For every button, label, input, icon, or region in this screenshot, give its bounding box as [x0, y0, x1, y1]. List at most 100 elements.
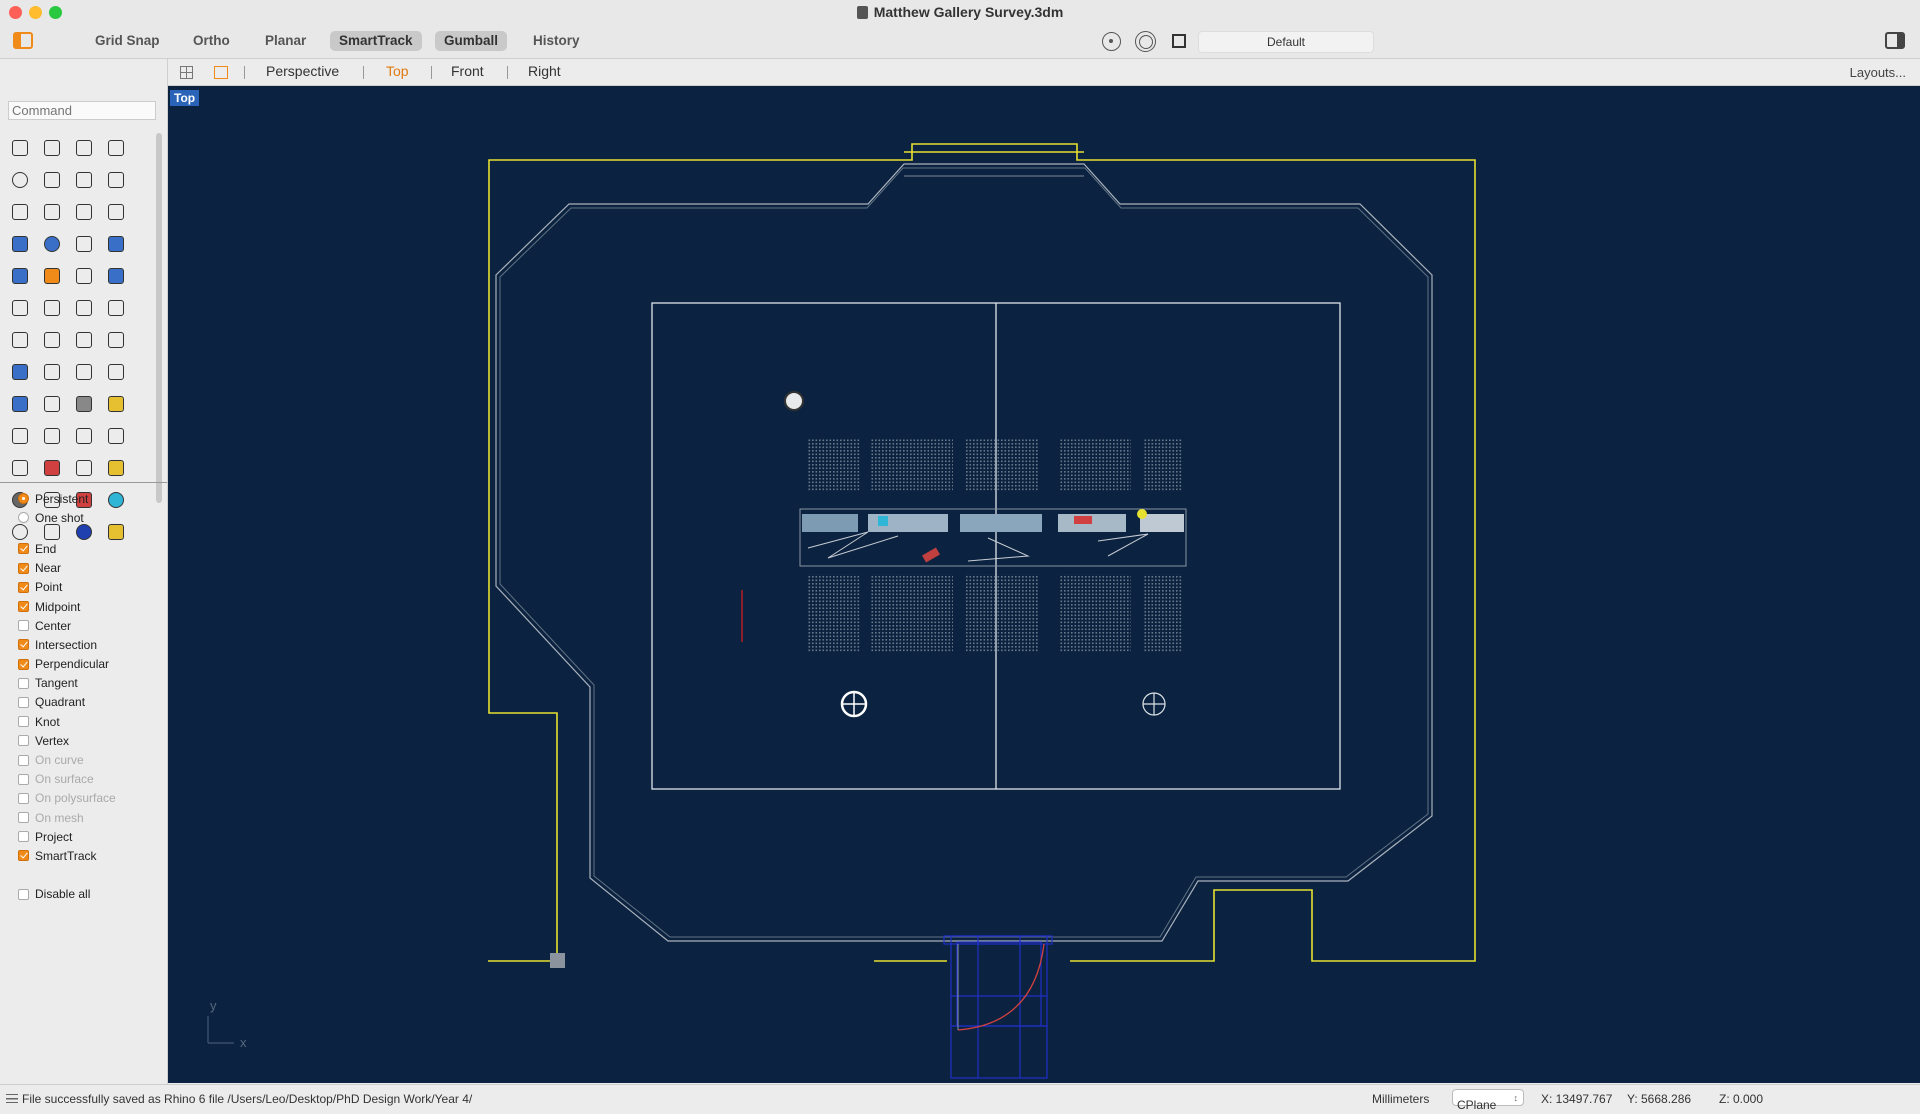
osnap-checkbox[interactable] [18, 735, 29, 747]
smarttrack-toggle[interactable]: SmartTrack [330, 31, 422, 51]
render-preview-icon[interactable] [68, 389, 100, 419]
point-icon[interactable] [36, 133, 68, 163]
boolean-icon[interactable] [4, 261, 36, 291]
osnap-item[interactable]: On polysurface [18, 789, 168, 808]
osnap-checkbox[interactable] [18, 677, 29, 689]
osnap-item[interactable]: On curve [18, 750, 168, 769]
osnap-target-icon[interactable] [1102, 32, 1121, 51]
osnap-checkbox[interactable] [18, 792, 29, 804]
grid-view-icon[interactable] [180, 66, 193, 79]
osnap-checkbox[interactable] [18, 543, 29, 555]
zoom-icon[interactable] [4, 421, 36, 451]
osnap-checkbox[interactable] [18, 601, 29, 613]
command-history-icon[interactable] [6, 1094, 18, 1103]
osnap-item[interactable]: Perpendicular [18, 655, 168, 674]
sidebar-toggle-icon[interactable] [13, 32, 33, 49]
target-marker-right[interactable] [1142, 692, 1166, 716]
extrude-icon[interactable] [100, 229, 132, 259]
gallery-walls[interactable] [495, 163, 1433, 942]
site-boundary[interactable] [488, 143, 1476, 962]
single-view-icon[interactable] [214, 66, 228, 79]
osnap-checkbox[interactable] [18, 620, 29, 632]
offset-icon[interactable] [36, 197, 68, 227]
disable-all-checkbox[interactable] [18, 888, 29, 900]
osnap-item[interactable]: Knot [18, 712, 168, 731]
door-block[interactable] [943, 935, 1053, 1079]
panel-divider[interactable] [0, 482, 167, 483]
target-marker-left[interactable] [840, 690, 868, 718]
osnap-item[interactable]: Point [18, 578, 168, 597]
grid-array-icon[interactable] [68, 357, 100, 387]
grid-snap-toggle[interactable]: Grid Snap [86, 31, 169, 51]
check-icon[interactable] [36, 389, 68, 419]
transform-icon[interactable] [36, 325, 68, 355]
fillet-icon[interactable] [4, 197, 36, 227]
planar-toggle[interactable]: Planar [256, 31, 315, 51]
tool-palette-scrollbar[interactable] [156, 133, 162, 503]
mesh-icon[interactable] [4, 357, 36, 387]
cylinder-icon[interactable] [68, 229, 100, 259]
osnap-checkbox[interactable] [18, 831, 29, 843]
osnap-item[interactable]: End [18, 539, 168, 558]
osnap-checkbox[interactable] [18, 581, 29, 593]
top-viewport[interactable]: Top y x [168, 86, 1920, 1083]
rectangle-icon[interactable] [100, 165, 132, 195]
block-icon[interactable] [100, 357, 132, 387]
tab-right[interactable]: Right [528, 63, 561, 79]
osnap-checkbox[interactable] [18, 812, 29, 824]
array-icon[interactable] [68, 325, 100, 355]
osnap-item[interactable]: Midpoint [18, 597, 168, 616]
persistent-radio[interactable] [18, 493, 29, 505]
layer-color-swatch[interactable] [1172, 34, 1186, 48]
solid-edit-icon[interactable] [36, 261, 68, 291]
osnap-checkbox[interactable] [18, 754, 29, 766]
osnap-item[interactable]: Project [18, 827, 168, 846]
osnap-item[interactable]: On mesh [18, 808, 168, 827]
osnap-checkbox[interactable] [18, 639, 29, 651]
circle-icon[interactable] [4, 165, 36, 195]
cplane-selector[interactable]: CPlane ↕ [1452, 1089, 1524, 1112]
osnap-checkbox[interactable] [18, 773, 29, 785]
ellipse-icon[interactable] [36, 165, 68, 195]
osnap-checkbox[interactable] [18, 696, 29, 708]
osnap-item[interactable]: On surface [18, 770, 168, 789]
group-icon[interactable] [4, 293, 36, 323]
polyline-icon[interactable] [68, 133, 100, 163]
text-icon[interactable] [4, 325, 36, 355]
tab-top[interactable]: Top [386, 63, 409, 79]
command-input[interactable] [8, 101, 156, 120]
osnap-one-shot-option[interactable]: One shot [18, 508, 168, 527]
osnap-persistent-option[interactable]: Persistent [18, 489, 168, 508]
trim-icon[interactable] [68, 293, 100, 323]
osnap-item[interactable]: SmartTrack [18, 846, 168, 865]
layouts-button[interactable]: Layouts... [1850, 65, 1906, 80]
tab-front[interactable]: Front [451, 63, 484, 79]
box-icon[interactable] [4, 229, 36, 259]
tab-perspective[interactable]: Perspective [266, 63, 339, 79]
osnap-item[interactable]: Intersection [18, 635, 168, 654]
surface-icon[interactable] [68, 197, 100, 227]
zoom-selected-icon[interactable] [100, 421, 132, 451]
current-layer-selector[interactable]: Default [1198, 31, 1374, 53]
image-panels[interactable] [799, 508, 1187, 567]
osnap-disable-all[interactable]: Disable all [18, 885, 168, 904]
origin-handle[interactable] [550, 953, 565, 968]
terrain-icon[interactable] [68, 453, 100, 483]
osnap-item[interactable]: Quadrant [18, 693, 168, 712]
record-history-icon[interactable] [1135, 31, 1156, 52]
dimension-icon[interactable] [36, 357, 68, 387]
gumball-toggle[interactable]: Gumball [435, 31, 508, 51]
polygon-icon[interactable] [68, 165, 100, 195]
history-toggle[interactable]: History [524, 31, 589, 51]
paint-icon[interactable] [100, 389, 132, 419]
analyze-icon[interactable] [4, 389, 36, 419]
osnap-checkbox[interactable] [18, 850, 29, 862]
units-label[interactable]: Millimeters [1372, 1092, 1429, 1106]
layout-icon[interactable] [100, 453, 132, 483]
one-shot-radio[interactable] [18, 512, 29, 524]
ortho-toggle[interactable]: Ortho [184, 31, 239, 51]
drawing-canvas[interactable]: y x [168, 86, 1920, 1083]
split-icon[interactable] [100, 293, 132, 323]
osnap-item[interactable]: Near [18, 559, 168, 578]
rotate-view-icon[interactable] [4, 453, 36, 483]
